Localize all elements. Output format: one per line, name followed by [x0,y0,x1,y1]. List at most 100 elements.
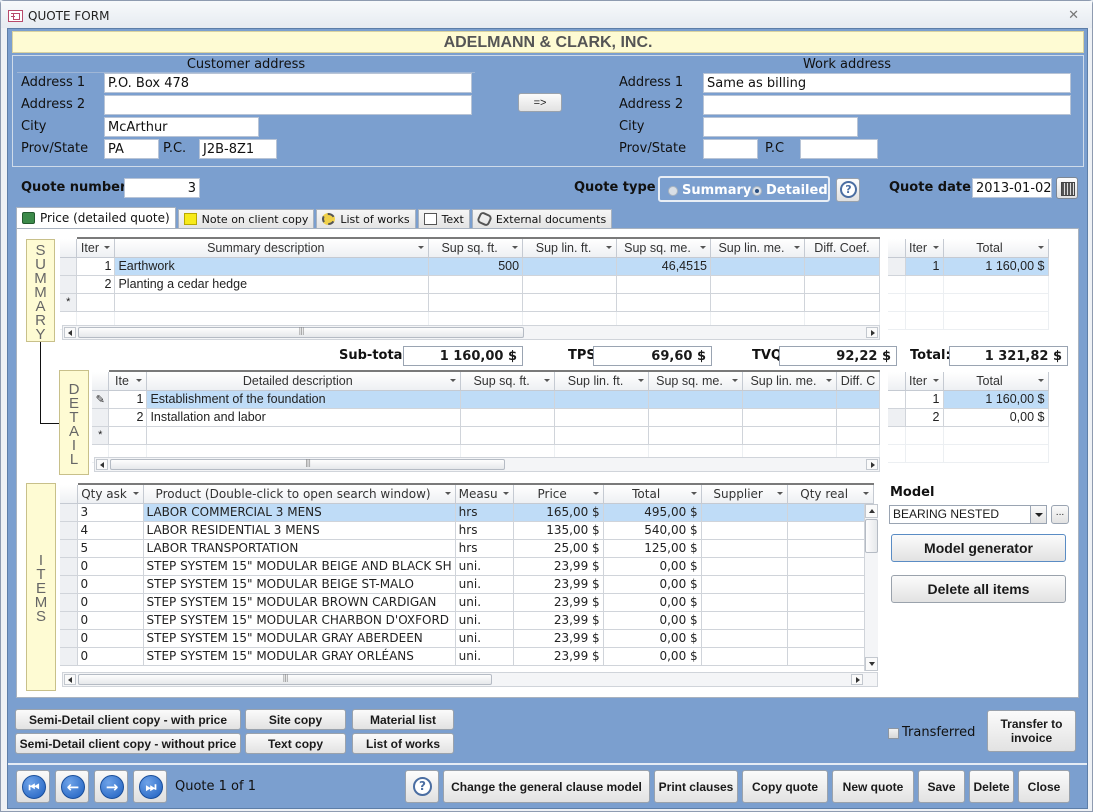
scroll-right-icon[interactable] [851,674,863,685]
detail-col-description[interactable]: Detailed description [146,370,462,391]
items-row[interactable]: 0 STEP SYSTEM 15" MODULAR BROWN CARDIGAN u… [60,593,874,612]
next-record-button[interactable]: → [94,770,128,803]
detail-totals-row[interactable]: 2 0,00 $ [888,408,1049,427]
summary-new-row[interactable]: * [60,293,880,312]
copy-quote-button[interactable]: Copy quote [742,770,828,803]
summary-col-description[interactable]: Summary description [114,237,430,258]
scroll-thumb[interactable] [78,674,492,685]
customer-address1-input[interactable]: P.O. Box 478 [104,73,472,93]
close-icon[interactable]: ✕ [1068,8,1079,23]
detail-select-all[interactable] [92,371,110,391]
quote-type-help-button[interactable]: ? [836,178,860,202]
summary-row[interactable]: 2 Planting a cedar hedge [60,275,880,294]
delete-all-items-button[interactable]: Delete all items [891,575,1066,603]
summary-col-item[interactable]: Iter [76,237,116,258]
summary-totals-row[interactable]: 1 1 160,00 $ [888,257,1049,276]
customer-pc-input[interactable]: J2B-8Z1 [199,139,277,159]
scroll-left-icon[interactable] [64,674,76,685]
summary-select-all[interactable] [60,238,78,258]
scroll-right-icon[interactable] [866,327,878,338]
detail-row[interactable]: 2 Installation and labor [92,408,880,427]
footer-help-button[interactable]: ? [405,770,439,803]
change-clause-model-button[interactable]: Change the general clause model [443,770,650,803]
detail-new-row[interactable]: * [92,426,880,445]
work-city-input[interactable] [703,117,858,137]
tab-note-on-client-copy[interactable]: Note on client copy [177,209,315,228]
items-col-measure[interactable]: Measu [455,483,514,504]
items-col-supplier[interactable]: Supplier [701,483,788,504]
text-copy-button[interactable]: Text copy [245,733,346,754]
customer-address2-input[interactable] [104,95,472,115]
quote-type-detailed-radio[interactable]: Detailed [752,183,828,198]
summary-col-sup-lin-ft[interactable]: Sup lin. ft. [522,237,618,258]
scroll-left-icon[interactable] [96,459,108,470]
items-vertical-scrollbar[interactable] [864,504,878,671]
items-row[interactable]: 3 LABOR COMMERCIAL 3 MENS hrs 165,00 $495,0… [60,503,874,522]
material-list-button[interactable]: Material list [352,709,454,730]
items-row[interactable]: 0 STEP SYSTEM 15" MODULAR CHARBON D'OXFOR… [60,611,874,630]
scroll-right-icon[interactable] [866,459,878,470]
detail-col-sup-lin-ft[interactable]: Sup lin. ft. [554,370,649,391]
items-horizontal-scrollbar[interactable] [62,672,878,687]
summary-totals-col-total[interactable]: Total [943,238,1049,258]
summary-col-sup-sq-me[interactable]: Sup sq. me. [616,237,711,258]
detail-totals-col-total[interactable]: Total [943,371,1049,391]
delete-button[interactable]: Delete [969,770,1014,803]
work-pc-input[interactable] [800,139,878,159]
transfer-to-invoice-button[interactable]: Transfer to invoice [987,710,1076,752]
items-row[interactable]: 0 STEP SYSTEM 15" MODULAR BEIGE AND BLACK… [60,557,874,576]
site-copy-button[interactable]: Site copy [245,709,346,730]
detail-col-diff-coef[interactable]: Diff. C [836,370,880,391]
quote-number-input[interactable]: 3 [124,178,200,198]
scroll-thumb[interactable] [110,459,505,470]
summary-horizontal-scrollbar[interactable] [62,325,880,340]
scroll-down-icon[interactable] [865,657,878,671]
items-row[interactable]: 4 LABOR RESIDENTIAL 3 MENS hrs 135,00 $540,… [60,521,874,540]
model-generator-button[interactable]: Model generator [891,534,1066,562]
quote-type-summary-radio[interactable]: Summary [668,183,751,198]
detail-col-item[interactable]: Ite [108,370,148,391]
detail-col-sup-sq-ft[interactable]: Sup sq. ft. [460,370,556,391]
work-address2-input[interactable] [703,95,1071,115]
copy-address-button[interactable]: => [518,93,562,112]
quote-date-input[interactable]: 2013-01-02 [972,178,1052,198]
scroll-thumb[interactable] [865,519,878,553]
tab-price[interactable]: Price (detailed quote) [16,207,176,228]
items-select-all[interactable] [60,484,78,504]
summary-col-sup-lin-me[interactable]: Sup lin. me. [710,237,805,258]
items-row[interactable]: 5 LABOR TRANSPORTATION hrs 25,00 $125,00 $ [60,539,874,558]
previous-record-button[interactable]: ← [55,770,89,803]
list-of-works-button[interactable]: List of works [352,733,454,754]
customer-city-input[interactable]: McArthur [104,117,259,137]
detail-totals-col-item[interactable]: Iter [905,371,944,391]
scroll-thumb[interactable] [78,327,524,338]
model-browse-button[interactable]: ... [1051,505,1069,524]
summary-col-diff-coef[interactable]: Diff. Coef. [804,237,880,258]
work-prov-input[interactable] [703,139,758,159]
items-col-qty-real[interactable]: Qty real [787,483,874,504]
scroll-left-icon[interactable] [64,327,76,338]
summary-col-sup-sq-ft[interactable]: Sup sq. ft. [428,237,524,258]
items-col-total[interactable]: Total [603,483,702,504]
items-row[interactable]: 0 STEP SYSTEM 15" MODULAR GRAY ORLÉANS uni… [60,647,874,666]
first-record-button[interactable]: ⏮ [16,770,50,803]
work-address1-input[interactable]: Same as billing [703,73,1071,93]
save-button[interactable]: Save [918,770,965,803]
detail-col-sup-lin-me[interactable]: Sup lin. me. [742,370,837,391]
tab-text[interactable]: Text [417,209,470,228]
items-col-price[interactable]: Price [513,483,604,504]
calendar-button[interactable] [1056,177,1078,199]
semi-detail-without-price-button[interactable]: Semi-Detail client copy - without price [15,733,241,754]
summary-totals-col-item[interactable]: Iter [905,238,944,258]
detail-horizontal-scrollbar[interactable] [94,457,880,472]
new-quote-button[interactable]: New quote [832,770,914,803]
summary-row[interactable]: 1 Earthwork 500 46,4515 [60,257,880,276]
items-col-product[interactable]: Product (Double-click to open search win… [143,483,456,504]
items-row[interactable]: 0 STEP SYSTEM 15" MODULAR GRAY ABERDEEN un… [60,629,874,648]
items-row[interactable]: 0 STEP SYSTEM 15" MODULAR BEIGE ST-MALO un… [60,575,874,594]
scroll-up-icon[interactable] [865,504,878,518]
transferred-checkbox[interactable] [888,728,899,739]
detail-col-sup-sq-me[interactable]: Sup sq. me. [648,370,743,391]
last-record-button[interactable]: ⏭ [133,770,167,803]
tab-external-documents[interactable]: External documents [471,209,613,228]
